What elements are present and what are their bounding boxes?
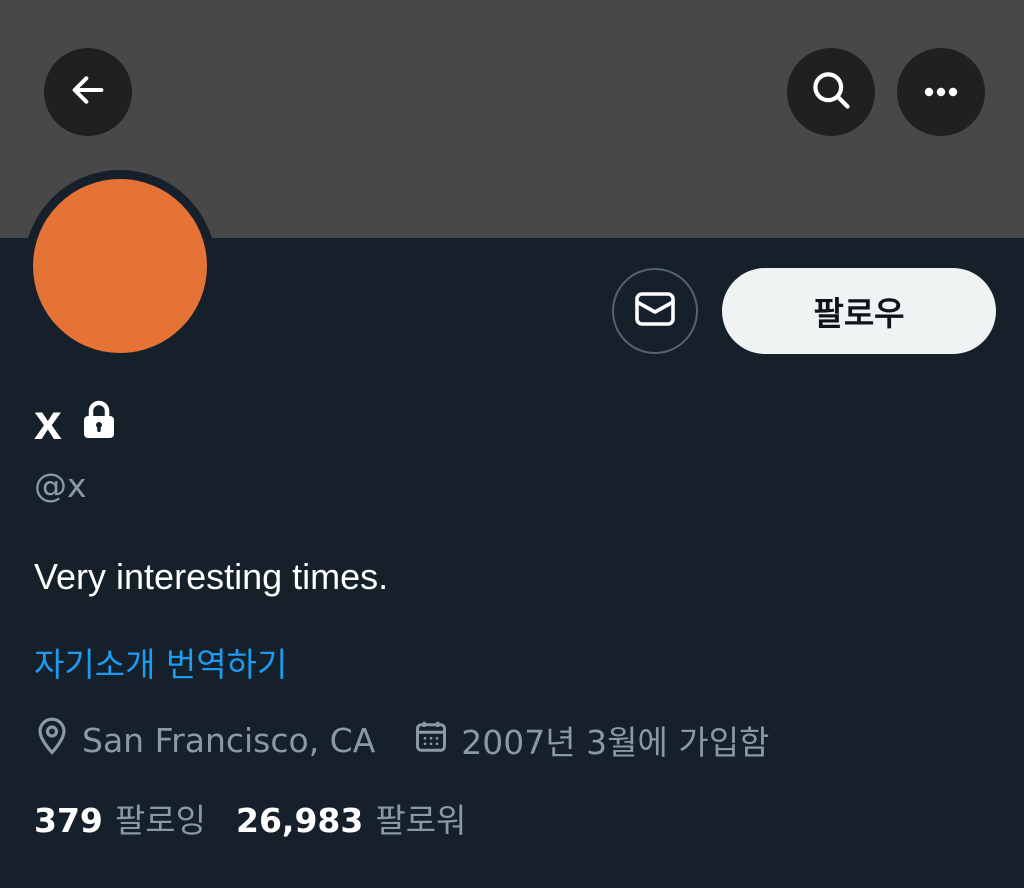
location-text: San Francisco, CA [82,720,376,760]
name-row: x [34,392,116,452]
profile-page: 팔로우 x @x Very interesting times. 자기소개 번역… [0,0,1024,888]
search-button[interactable] [787,48,875,136]
back-button[interactable] [44,48,132,136]
joined-text: 2007년 3월에 가입함 [461,723,770,762]
arrow-left-icon [68,70,108,114]
location-item: San Francisco, CA [34,716,375,764]
follow-button[interactable]: 팔로우 [722,268,996,354]
follow-button-label: 팔로우 [813,294,905,333]
location-pin-icon [34,716,70,764]
more-horizontal-icon [921,83,961,102]
more-options-button[interactable] [897,48,985,136]
translate-bio-link[interactable]: 자기소개 번역하기 [34,638,287,686]
followers-stat[interactable]: 26,983 팔로워 [236,794,466,842]
search-icon [809,68,853,116]
display-name: x [34,394,62,450]
followers-count: 26,983 [235,801,364,840]
lock-icon [82,400,116,444]
user-handle: @x [34,466,87,505]
profile-meta: San Francisco, CA 2007년 3월에 가입함 [34,716,807,764]
avatar[interactable] [33,179,207,353]
calendar-icon [413,717,449,763]
envelope-icon [633,289,677,333]
joined-item: 2007년 3월에 가입함 [413,716,769,764]
following-label: 팔로잉 [114,801,206,840]
bio-text: Very interesting times. [34,556,389,597]
following-stat[interactable]: 379 팔로잉 [34,794,206,842]
follow-stats: 379 팔로잉 26,983 팔로워 [34,796,496,840]
message-button[interactable] [612,268,698,354]
avatar-frame[interactable] [24,170,216,362]
followers-label: 팔로워 [375,801,467,840]
following-count: 379 [34,801,103,840]
